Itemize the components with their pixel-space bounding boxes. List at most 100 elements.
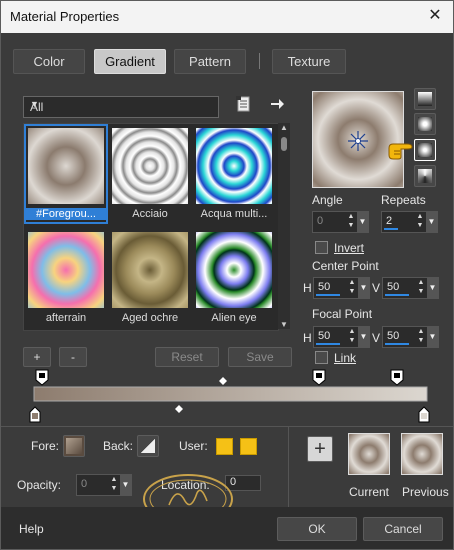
gradient-item-acqua-multi[interactable]: Acqua multi... — [194, 126, 274, 222]
sunburst-style-button[interactable] — [414, 139, 436, 161]
focal-v-value: 50 — [387, 330, 400, 342]
gradient-label: Aged ochre — [121, 312, 179, 324]
center-h-label: H — [303, 281, 312, 295]
focal-h-input[interactable]: 50 ▲ ▼ ▼ — [313, 326, 370, 348]
opacity-spinner[interactable]: ▲ ▼ — [109, 475, 119, 495]
vertical-divider — [288, 427, 289, 507]
repeats-slider-indicator — [384, 228, 398, 230]
gradient-item-afterrain[interactable]: afterrain — [26, 230, 106, 326]
previous-material-swatch[interactable] — [401, 433, 443, 475]
center-point-icon[interactable] — [347, 130, 369, 152]
opacity-input[interactable]: 0 ▲ ▼ ▼ — [76, 474, 132, 496]
focal-v-spinner[interactable]: ▲ ▼ — [416, 327, 426, 347]
tab-texture[interactable]: Texture — [272, 49, 346, 74]
center-v-input[interactable]: 50 ▲ ▼ ▼ — [382, 277, 439, 299]
rectangular-style-button[interactable] — [414, 113, 436, 135]
center-v-label: V — [372, 281, 381, 295]
center-h-dropdown[interactable]: ▼ — [358, 278, 369, 298]
scroll-up-icon[interactable]: ▲ — [280, 123, 288, 132]
focal-h-spinner[interactable]: ▲ ▼ — [347, 327, 357, 347]
center-v-dropdown[interactable]: ▼ — [427, 278, 438, 298]
repeats-value: 2 — [386, 215, 393, 227]
repeats-label: Repeats — [381, 193, 426, 207]
scroll-down-icon[interactable]: ▼ — [280, 320, 288, 329]
dialog-footer: Help OK Cancel — [1, 507, 453, 549]
invert-label[interactable]: Invert — [334, 241, 364, 255]
center-v-slider-indicator — [385, 294, 409, 296]
gradient-thumbnail — [28, 232, 104, 308]
cancel-button[interactable]: Cancel — [363, 517, 443, 541]
radial-style-button[interactable] — [414, 165, 436, 187]
repeats-spinner[interactable]: ▲ ▼ — [415, 212, 425, 232]
user-color-swatch-2[interactable] — [240, 438, 257, 455]
gradient-item-acciaio[interactable]: Acciaio — [110, 126, 190, 222]
arrow-right-icon[interactable] — [269, 96, 285, 112]
tab-gradient[interactable]: Gradient — [94, 49, 166, 74]
repeats-dropdown[interactable]: ▼ — [426, 212, 437, 232]
gradient-preview[interactable] — [312, 91, 404, 188]
color-stop-marker[interactable] — [29, 406, 41, 423]
angle-dropdown[interactable]: ▼ — [357, 212, 368, 232]
focal-v-slider-indicator — [385, 343, 409, 345]
opacity-value: 0 — [81, 478, 88, 490]
transparency-stop-markers[interactable] — [35, 369, 404, 386]
center-h-value: 50 — [318, 281, 331, 293]
link-label[interactable]: Link — [334, 351, 356, 365]
angle-input[interactable]: 0 ▲ ▼ ▼ — [312, 211, 369, 233]
center-h-input[interactable]: 50 ▲ ▼ ▼ — [313, 277, 370, 299]
gradient-swatch-icon — [141, 439, 155, 453]
link-checkbox[interactable] — [315, 351, 328, 364]
tab-pattern[interactable]: Pattern — [174, 49, 246, 74]
repeats-input[interactable]: 2 ▲ ▼ ▼ — [381, 211, 438, 233]
window-title: Material Properties — [10, 9, 120, 24]
focal-v-dropdown[interactable]: ▼ — [427, 327, 438, 347]
back-material-button[interactable] — [137, 435, 159, 457]
transparency-midpoint-marker[interactable] — [219, 377, 227, 385]
gradient-thumbnail — [112, 232, 188, 308]
color-midpoint-marker[interactable] — [175, 405, 183, 413]
gradient-item-aged-ochre[interactable]: Aged ochre — [110, 230, 190, 326]
gradient-label: Alien eye — [211, 312, 257, 324]
angle-spinner[interactable]: ▲ ▼ — [346, 212, 356, 232]
help-link[interactable]: Help — [19, 522, 44, 536]
remove-gradient-button[interactable]: - — [59, 347, 87, 367]
focal-h-slider-indicator — [316, 343, 340, 345]
previous-label: Previous — [402, 485, 449, 499]
browse-folder-icon[interactable] — [235, 95, 253, 113]
gradient-item-foreground[interactable]: #Foregrou... — [24, 124, 108, 224]
save-button[interactable]: Save — [228, 347, 292, 367]
gradient-editor[interactable] — [25, 367, 437, 423]
add-gradient-button[interactable]: + — [23, 347, 51, 367]
transparency-stop-marker[interactable] — [35, 369, 49, 386]
opacity-dropdown[interactable]: ▼ — [120, 475, 131, 495]
transparency-stop-marker[interactable] — [390, 369, 404, 386]
material-properties-dialog: Material Properties ✕ Color Gradient Pat… — [0, 0, 454, 550]
user-color-swatch-1[interactable] — [216, 438, 233, 455]
linear-style-button[interactable] — [414, 88, 436, 110]
center-v-spinner[interactable]: ▲ ▼ — [416, 278, 426, 298]
back-label: Back: — [103, 439, 134, 453]
transparency-stop-marker[interactable] — [312, 369, 326, 386]
center-point-label: Center Point — [312, 259, 379, 273]
center-h-spinner[interactable]: ▲ ▼ — [347, 278, 357, 298]
focal-h-dropdown[interactable]: ▼ — [358, 327, 369, 347]
focal-v-input[interactable]: 50 ▲ ▼ ▼ — [382, 326, 439, 348]
ok-button[interactable]: OK — [277, 517, 357, 541]
radial-gradient-icon — [418, 169, 432, 183]
gradient-bar[interactable] — [33, 386, 428, 402]
gradient-item-alien-eye[interactable]: Alien eye — [194, 230, 274, 326]
reset-button[interactable]: Reset — [155, 347, 219, 367]
add-to-swatches-button[interactable]: + — [307, 436, 333, 462]
tab-color[interactable]: Color — [13, 49, 85, 74]
current-material-swatch[interactable] — [348, 433, 390, 475]
gradient-swatch-icon — [66, 438, 82, 454]
invert-checkbox[interactable] — [315, 241, 328, 254]
chevron-down-icon: ▼ — [30, 99, 39, 109]
gradient-list-scrollbar[interactable]: ▲ ▼ — [278, 123, 290, 329]
focal-v-label: V — [372, 331, 381, 345]
scrollbar-thumb[interactable] — [281, 137, 287, 151]
color-stop-marker[interactable] — [418, 406, 430, 423]
fore-material-button[interactable] — [63, 435, 85, 457]
category-dropdown[interactable]: All ▼ — [23, 96, 219, 118]
close-icon[interactable]: ✕ — [425, 6, 445, 26]
